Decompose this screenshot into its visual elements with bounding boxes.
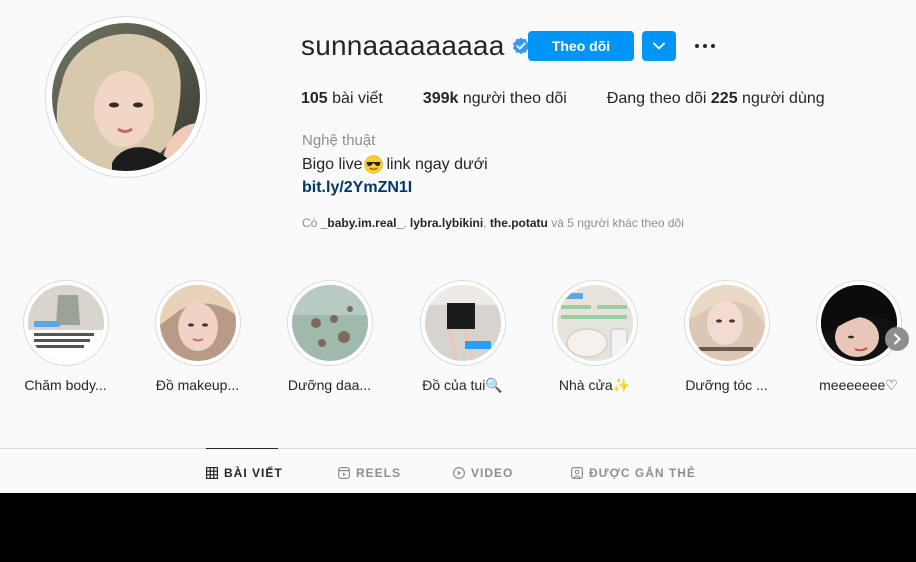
followed-by-separator: , (483, 216, 490, 230)
followed-by-suffix: và 5 người khác theo dõi (547, 216, 684, 230)
highlight-cover (821, 285, 897, 361)
followers-count: 399k (422, 90, 459, 107)
sunglasses-emoji-icon (364, 155, 384, 174)
tab-label: REELS (356, 466, 402, 480)
tab-tagged[interactable]: ĐƯỢC GẮN THẺ (571, 466, 696, 480)
tab-reels[interactable]: REELS (338, 466, 401, 480)
tab-video[interactable]: VIDEO (453, 466, 513, 480)
followers-stat[interactable]: 399k người theo dõi (423, 90, 567, 108)
avatar (52, 23, 200, 171)
suggestions-dropdown-button[interactable] (642, 31, 676, 61)
highlight-cover (689, 285, 765, 361)
bottom-black-area (0, 493, 916, 562)
highlight-label: Đồ makeup... (155, 377, 240, 393)
highlight-ring (816, 280, 902, 366)
highlight-ring (23, 280, 109, 366)
profile-bio: Bigo live link ngay dưới (302, 155, 488, 174)
posts-count: 105 (301, 90, 328, 107)
tab-label: ĐƯỢC GẮN THẺ (589, 466, 696, 480)
followers-label: người theo dõi (458, 90, 567, 107)
highlight-cover (28, 285, 104, 361)
profile-avatar-button[interactable] (45, 16, 207, 178)
reels-icon (338, 467, 350, 479)
highlight-label: Đồ của tui🔍 (422, 377, 503, 393)
following-label: người dùng (737, 90, 825, 107)
following-prefix: Đang theo dõi (606, 90, 711, 107)
highlight-label: Dưỡng tóc ... (685, 377, 768, 393)
followed-by-user[interactable]: _baby.im.real_ (321, 216, 404, 230)
followed-by-separator: , (403, 216, 410, 230)
username-row: sunnaaaaaaaaa (301, 30, 530, 62)
highlight-cover (557, 285, 633, 361)
highlight-ring (420, 280, 506, 366)
highlight-label: Chăm body... (24, 377, 107, 393)
highlight-label: Dưỡng daa... (287, 377, 372, 393)
highlight-ring (684, 280, 770, 366)
highlight-label: meeeeeee♡ (819, 377, 898, 393)
highlight-ring (287, 280, 373, 366)
tab-posts[interactable]: BÀI VIẾT (206, 466, 283, 480)
tab-label: VIDEO (471, 466, 514, 480)
profile-tabs: BÀI VIẾT REELS VIDEO ĐƯỢC GẮN THẺ (0, 466, 916, 486)
grid-icon (206, 467, 218, 479)
story-highlights: Chăm body... Đồ makeup... Dưỡng daa... Đ… (0, 278, 916, 408)
bio-text-start: Bigo live (302, 155, 363, 173)
highlight-cover (160, 285, 236, 361)
highlight-ring (155, 280, 241, 366)
highlight-cover (292, 285, 368, 361)
chevron-right-icon (894, 333, 901, 345)
followed-by[interactable]: Có _baby.im.real_, lybra.lybikini, the.p… (302, 216, 684, 230)
highlight-cover (425, 285, 501, 361)
more-dots-icon (695, 44, 699, 48)
username: sunnaaaaaaaaa (301, 30, 505, 61)
tab-label: BÀI VIẾT (224, 466, 283, 480)
active-tab-indicator (206, 448, 278, 449)
follow-button[interactable]: Theo dõi (528, 31, 634, 61)
following-stat[interactable]: Đang theo dõi 225 người dùng (607, 90, 825, 108)
followed-by-user[interactable]: the.potatu (490, 216, 548, 230)
chevron-down-icon (653, 42, 665, 50)
highlight-label: Nhà cửa✨ (558, 377, 631, 393)
followed-by-user[interactable]: lybra.lybikini (410, 216, 483, 230)
profile-category: Nghệ thuật (302, 132, 376, 149)
highlights-next-button[interactable] (885, 327, 909, 351)
tabs-divider (0, 448, 916, 449)
followed-by-prefix: Có (302, 216, 321, 230)
posts-label: bài viết (327, 90, 383, 107)
tag-icon (571, 467, 583, 479)
profile-header: sunnaaaaaaaaa Theo dõi 105 bài viết 399k… (0, 0, 916, 250)
highlight-ring (552, 280, 638, 366)
play-icon (453, 467, 465, 479)
following-count: 225 (710, 90, 738, 107)
bio-link[interactable]: bit.ly/2YmZN1I (302, 179, 412, 197)
profile-stats: 105 bài viết 399k người theo dõi Đang th… (301, 90, 825, 108)
posts-stat: 105 bài viết (301, 90, 383, 108)
more-options-button[interactable] (691, 36, 719, 56)
bio-text-end: link ngay dưới (386, 155, 488, 173)
